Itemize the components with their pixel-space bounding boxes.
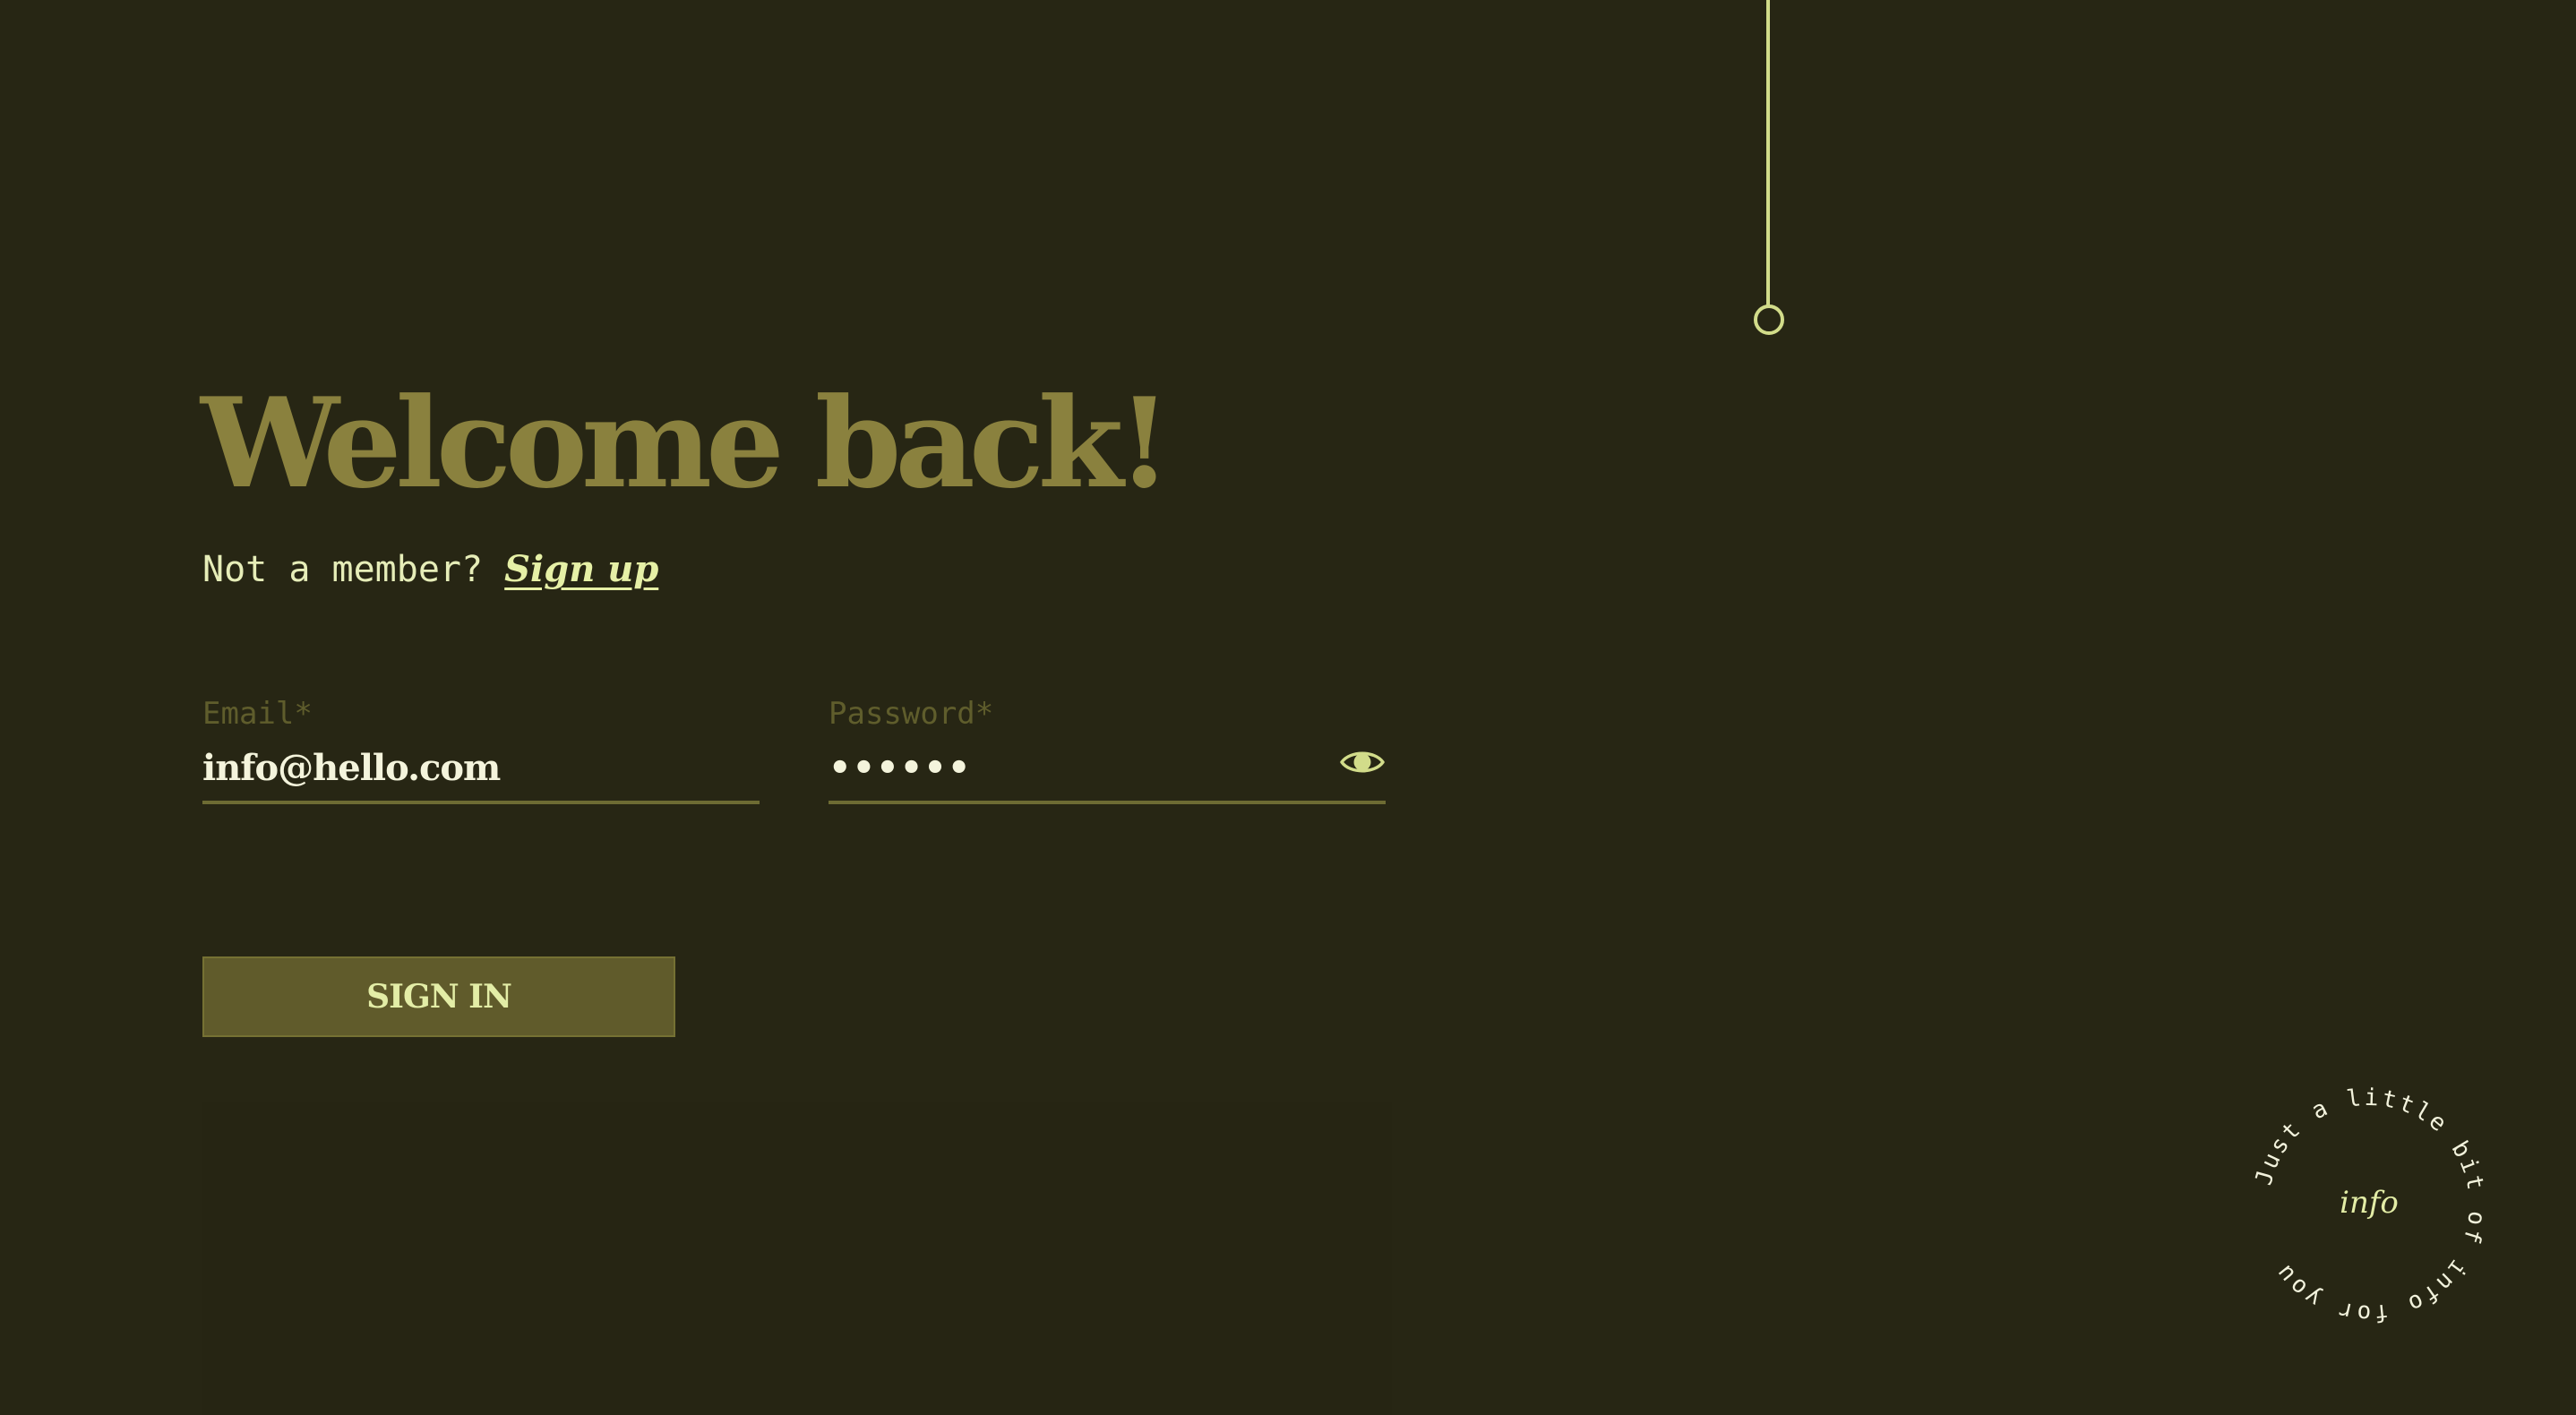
password-input[interactable] [829, 740, 1330, 795]
hanging-ring [1754, 304, 1784, 335]
form-panel-background [202, 1102, 1392, 1415]
email-input[interactable] [202, 740, 760, 795]
email-label: Email* [202, 696, 313, 732]
member-prompt-text: Not a member? [202, 549, 484, 590]
badge-center-text: info [2340, 1185, 2399, 1221]
sign-in-button[interactable]: SIGN IN [202, 956, 675, 1037]
eye-icon[interactable] [1339, 742, 1386, 783]
password-field: Password* [829, 690, 1386, 804]
hanging-line [1766, 0, 1770, 306]
member-prompt: Not a member? Sign up [202, 545, 658, 595]
page-title: Welcome back! [201, 370, 1172, 516]
info-badge: Just a little bit of info for you info [2244, 1080, 2494, 1331]
password-label: Password* [829, 696, 994, 732]
email-field: Email* [202, 690, 760, 804]
sign-up-link[interactable]: Sign up [504, 548, 658, 590]
